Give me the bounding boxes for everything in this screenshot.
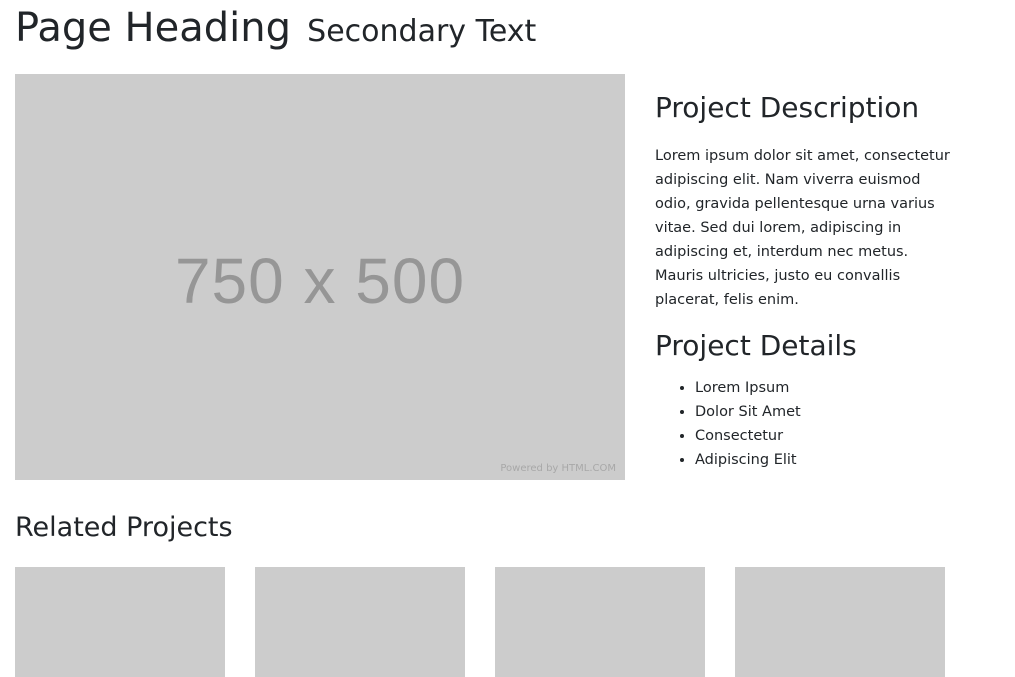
related-projects-heading: Related Projects [15, 512, 233, 543]
related-project-thumbnail[interactable] [15, 567, 225, 677]
related-project-thumbnail[interactable] [735, 567, 945, 677]
list-item: Adipiscing Elit [695, 448, 955, 472]
project-details-list: Lorem Ipsum Dolor Sit Amet Consectetur A… [655, 376, 955, 472]
page-title: Page Heading [15, 5, 291, 51]
list-item: Consectetur [695, 424, 955, 448]
page-subtitle: Secondary Text [307, 14, 537, 49]
related-project-thumbnail[interactable] [495, 567, 705, 677]
list-item: Lorem Ipsum [695, 376, 955, 400]
page-heading: Page Heading Secondary Text [15, 4, 536, 56]
powered-by-label: Powered by HTML.COM [500, 463, 616, 474]
related-project-thumbnail[interactable] [255, 567, 465, 677]
image-dimensions-label: 750 x 500 [174, 245, 466, 317]
project-details-heading: Project Details [655, 329, 857, 362]
list-item: Dolor Sit Amet [695, 400, 955, 424]
project-description-text: Lorem ipsum dolor sit amet, consectetur … [655, 148, 950, 308]
project-sidebar: Project Description Lorem ipsum dolor si… [655, 90, 955, 472]
project-image-placeholder: 750 x 500 Powered by HTML.COM [15, 74, 625, 480]
project-description-heading: Project Description [655, 91, 920, 124]
